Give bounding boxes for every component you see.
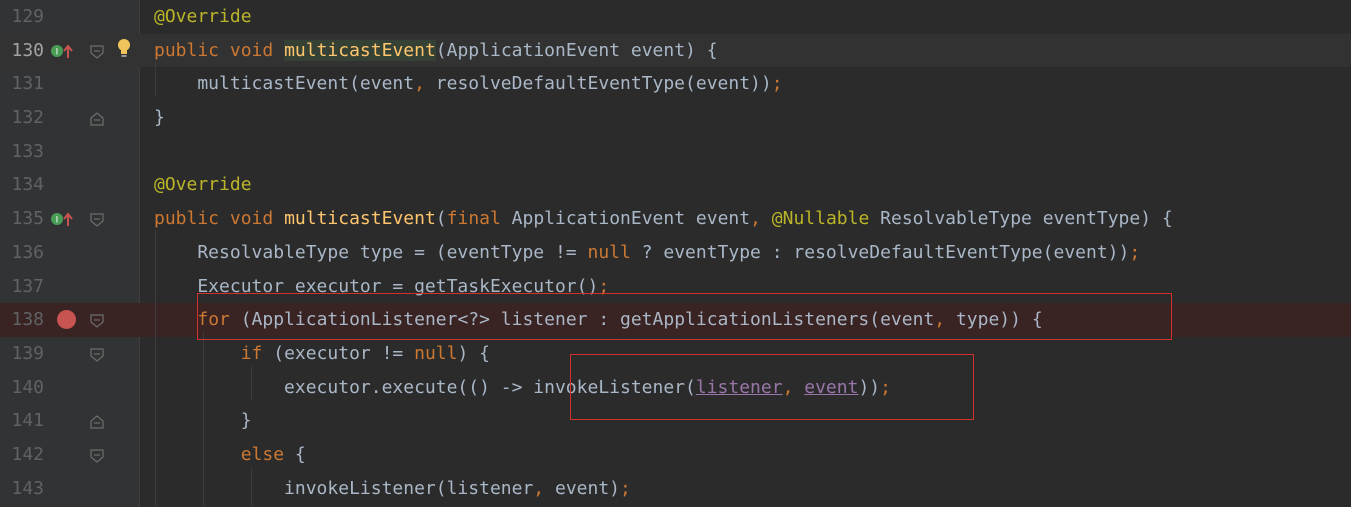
code-line-135[interactable]: 135 I public void multicastEvent(final A… bbox=[0, 202, 1351, 236]
override-icon[interactable]: I bbox=[51, 211, 75, 227]
lightbulb-icon[interactable] bbox=[116, 38, 132, 60]
indent-guide bbox=[251, 366, 252, 400]
annotation-token: @Override bbox=[154, 174, 252, 196]
indent-token bbox=[154, 444, 241, 465]
code-token: event) bbox=[544, 477, 620, 499]
indent-guide bbox=[251, 467, 252, 507]
keyword-token: public bbox=[154, 208, 220, 230]
line-number[interactable]: 129 bbox=[0, 0, 44, 34]
code-text[interactable]: else { bbox=[154, 438, 306, 472]
override-icon[interactable]: I bbox=[51, 43, 75, 59]
line-number[interactable]: 138 bbox=[0, 303, 44, 337]
code-token: ResolvableType eventType) { bbox=[869, 208, 1173, 230]
comma-token: , bbox=[750, 208, 761, 230]
svg-text:I: I bbox=[56, 47, 59, 57]
fold-end-icon[interactable] bbox=[90, 112, 104, 126]
code-line-129[interactable]: 129 @Override bbox=[0, 0, 1351, 34]
line-number[interactable]: 137 bbox=[0, 270, 44, 304]
keyword-token: else bbox=[240, 443, 285, 465]
line-number[interactable]: 132 bbox=[0, 101, 44, 135]
line-number[interactable]: 139 bbox=[0, 337, 44, 371]
semicolon-token: ; bbox=[620, 477, 631, 499]
code-line-131[interactable]: 131 multicastEvent(event, resolveDefault… bbox=[0, 67, 1351, 101]
line-number[interactable]: 141 bbox=[0, 404, 44, 438]
indent-guide bbox=[155, 230, 156, 507]
line-number[interactable]: 142 bbox=[0, 438, 44, 472]
code-text[interactable]: if (executor != null) { bbox=[154, 337, 490, 371]
line-number[interactable]: 136 bbox=[0, 236, 44, 270]
indent-guide bbox=[203, 332, 204, 507]
code-text[interactable]: multicastEvent(event, resolveDefaultEven… bbox=[154, 67, 783, 101]
keyword-token: if bbox=[240, 342, 263, 364]
method-name-token: multicastEvent bbox=[284, 208, 436, 230]
keyword-token: public bbox=[154, 39, 220, 61]
code-token: (ApplicationEvent event) { bbox=[435, 39, 718, 61]
annotation-token: @Override bbox=[154, 6, 252, 27]
code-text[interactable]: public void multicastEvent(ApplicationEv… bbox=[154, 34, 718, 68]
code-text[interactable]: @Override bbox=[154, 168, 252, 202]
code-line-136[interactable]: 136 ResolvableType type = (eventType != … bbox=[0, 236, 1351, 270]
line-number[interactable]: 131 bbox=[0, 67, 44, 101]
line-number[interactable]: 143 bbox=[0, 472, 44, 506]
line-number[interactable]: 133 bbox=[0, 135, 44, 169]
semicolon-token: ; bbox=[771, 73, 783, 95]
keyword-token: void bbox=[229, 39, 274, 61]
fold-icon[interactable] bbox=[90, 449, 104, 463]
line-number[interactable]: 140 bbox=[0, 371, 44, 405]
fold-icon[interactable] bbox=[90, 45, 104, 59]
line-number[interactable]: 130 bbox=[0, 34, 44, 68]
svg-text:I: I bbox=[56, 216, 59, 226]
highlight-box-for-loop bbox=[197, 293, 1172, 340]
code-token: ) { bbox=[457, 342, 490, 364]
code-text[interactable]: invokeListener(listener, event); bbox=[154, 472, 631, 506]
code-text[interactable]: @Override bbox=[154, 0, 252, 34]
fold-icon[interactable] bbox=[90, 314, 104, 328]
code-token: resolveDefaultEventType(event)) bbox=[424, 73, 772, 95]
comma-token: , bbox=[533, 477, 545, 499]
code-token: ( bbox=[435, 208, 447, 230]
code-line-132[interactable]: 132 } bbox=[0, 101, 1351, 135]
code-line-134[interactable]: 134 @Override bbox=[0, 168, 1351, 202]
code-token: ? eventType : resolveDefaultEventType(ev… bbox=[630, 241, 1130, 263]
code-token: invokeListener(listener bbox=[154, 477, 534, 499]
keyword-token: final bbox=[446, 208, 501, 230]
comma-token: , bbox=[414, 73, 425, 95]
indent-token bbox=[154, 343, 241, 364]
code-token: ResolvableType type = (eventType != bbox=[154, 241, 588, 263]
code-token: } bbox=[154, 107, 165, 129]
code-line-133[interactable]: 133 bbox=[0, 135, 1351, 169]
fold-icon[interactable] bbox=[90, 213, 104, 227]
annotation-token: @Nullable bbox=[771, 208, 870, 230]
code-token: ApplicationEvent event bbox=[500, 208, 751, 230]
keyword-token: void bbox=[229, 208, 274, 230]
keyword-token: null bbox=[587, 241, 631, 263]
code-text[interactable]: public void multicastEvent(final Applica… bbox=[154, 202, 1173, 236]
indent-guide bbox=[155, 62, 156, 96]
code-editor[interactable]: 129 @Override 130 I public void multicas… bbox=[0, 0, 1351, 507]
highlight-box-invoke-listener bbox=[570, 354, 974, 420]
indent-token bbox=[154, 309, 197, 330]
code-text[interactable]: ResolvableType type = (eventType != null… bbox=[154, 236, 1140, 270]
code-line-130[interactable]: 130 I public void multicastEvent(Applica… bbox=[0, 33, 1351, 68]
line-number[interactable]: 134 bbox=[0, 168, 44, 202]
fold-end-icon[interactable] bbox=[90, 415, 104, 429]
keyword-token: null bbox=[414, 342, 458, 364]
code-token: multicastEvent(event bbox=[154, 73, 415, 95]
semicolon-token: ; bbox=[1129, 241, 1141, 263]
method-name-token: multicastEvent bbox=[284, 39, 436, 61]
fold-icon[interactable] bbox=[90, 348, 104, 362]
code-token: { bbox=[284, 443, 306, 465]
line-number[interactable]: 135 bbox=[0, 202, 44, 236]
code-text[interactable]: } bbox=[154, 101, 165, 135]
code-token: (executor != bbox=[262, 342, 415, 364]
